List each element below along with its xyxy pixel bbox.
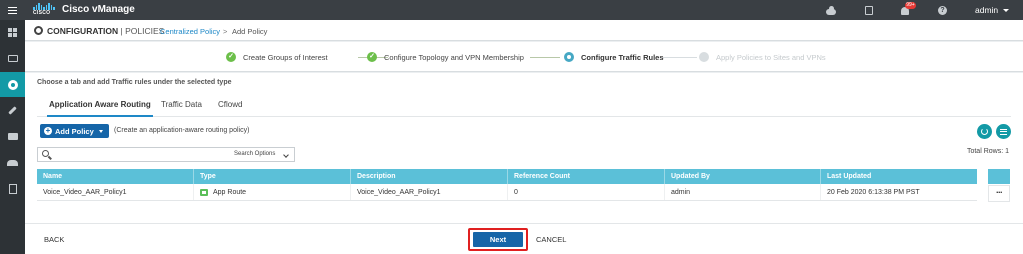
search-input[interactable] [54, 149, 229, 160]
search-bar: Search Options [37, 147, 295, 162]
table-row[interactable]: Voice_Video_AAR_Policy1 App Route Voice_… [37, 184, 977, 201]
gear-icon [34, 26, 43, 35]
chevron-down-icon[interactable] [283, 152, 289, 158]
tab-application-aware-routing[interactable]: Application Aware Routing [47, 100, 153, 117]
top-navigation-bar: CISCO Cisco vManage 99+ ? admin [0, 0, 1023, 20]
column-header-updated-by[interactable]: Updated By [665, 169, 821, 184]
add-policy-button[interactable]: + Add Policy [40, 124, 109, 138]
refresh-icon [981, 128, 988, 135]
step-connector [662, 57, 697, 58]
step-connector [530, 57, 560, 58]
step-apply-policies: Apply Policies to Sites and VPNs [699, 52, 826, 62]
page-title-sub: | POLICIES [120, 26, 165, 36]
users-icon [7, 159, 18, 166]
cisco-logo-word: CISCO [33, 10, 51, 16]
wrench-icon [8, 106, 17, 115]
app-title: Cisco vManage [62, 4, 135, 15]
step-label: Configure Traffic Rules [581, 52, 664, 62]
actions-column-header [988, 169, 1010, 184]
page-header: CONFIGURATION | POLICIES Centralized Pol… [25, 20, 1023, 41]
column-header-reference-count[interactable]: Reference Count [508, 169, 665, 184]
plus-icon: + [44, 126, 52, 135]
tab-bar: Application Aware Routing Traffic Data C… [37, 95, 1011, 117]
step-configure-topology: ✓ Configure Topology and VPN Membership [367, 52, 524, 62]
report-icon [8, 183, 17, 194]
cisco-logo-bars-icon [33, 3, 55, 10]
column-header-name[interactable]: Name [37, 169, 194, 184]
column-header-description[interactable]: Description [351, 169, 508, 184]
column-header-type[interactable]: Type [194, 169, 351, 184]
main-panel: Choose a tab and add Traffic rules under… [25, 73, 1023, 254]
check-icon: ✓ [367, 52, 377, 62]
step-configure-traffic-rules: Configure Traffic Rules [564, 52, 664, 62]
cell-last-updated: 20 Feb 2020 6:13:38 PM PST [827, 188, 920, 196]
policy-table: Name Type Description Reference Count Up… [37, 169, 977, 201]
wizard-stepper: ✓ Create Groups of Interest ✓ Configure … [25, 42, 1023, 72]
cloud-icon [825, 6, 836, 15]
table-header-row: Name Type Description Reference Count Up… [37, 169, 977, 184]
sidebar-item-administration[interactable] [0, 150, 25, 175]
dashboard-icon [8, 28, 17, 37]
check-icon: ✓ [226, 52, 236, 62]
search-icon [42, 150, 49, 157]
total-rows-count: Total Rows: 1 [966, 148, 1009, 155]
cisco-logo: CISCO [33, 3, 55, 17]
tasks-button[interactable] [863, 5, 874, 16]
cell-description: Voice_Video_AAR_Policy1 [351, 184, 508, 200]
monitor-icon [7, 55, 18, 62]
sidebar-item-dashboard[interactable] [0, 20, 25, 45]
breadcrumb-current: Add Policy [232, 27, 268, 36]
cell-type-label: App Route [213, 188, 247, 196]
app-route-icon [200, 188, 208, 196]
step-label: Apply Policies to Sites and VPNs [716, 52, 826, 62]
sidebar-item-analytics[interactable] [0, 176, 25, 201]
sidebar-item-tools[interactable] [0, 98, 25, 123]
chevron-down-icon[interactable] [1003, 9, 1009, 12]
briefcase-icon [7, 133, 18, 140]
gear-icon [7, 79, 18, 90]
breadcrumb-link-centralized-policy[interactable]: Centralized Policy [160, 27, 220, 36]
help-icon: ? [938, 6, 947, 15]
column-header-last-updated[interactable]: Last Updated [821, 169, 977, 184]
help-button[interactable]: ? [937, 5, 948, 16]
step-label: Configure Topology and VPN Membership [384, 52, 524, 62]
list-icon [1000, 128, 1007, 135]
cloud-button[interactable] [825, 5, 836, 16]
breadcrumb-separator: > [223, 27, 228, 36]
cell-type: App Route [194, 184, 351, 200]
user-menu[interactable]: admin [975, 5, 998, 15]
task-icon [864, 6, 873, 15]
sidebar [0, 20, 25, 254]
column-settings-button[interactable] [996, 124, 1011, 139]
cell-reference-count: 0 [508, 184, 665, 200]
add-policy-hint: (Create an application-aware routing pol… [114, 127, 250, 134]
chevron-down-icon [99, 130, 103, 133]
row-actions-menu-button[interactable]: ... [988, 185, 1010, 202]
tab-cflowd[interactable]: Cflowd [218, 100, 242, 117]
menu-toggle-button[interactable] [0, 0, 25, 20]
sidebar-item-monitor[interactable] [0, 46, 25, 71]
next-button[interactable]: Next [473, 232, 523, 247]
menu-icon [8, 6, 17, 14]
page-title-main: CONFIGURATION [47, 26, 119, 36]
page-title: CONFIGURATION | POLICIES [47, 26, 164, 36]
back-button[interactable]: BACK [44, 235, 64, 244]
instruction-text: Choose a tab and add Traffic rules under… [37, 79, 232, 86]
current-step-icon [564, 52, 574, 62]
sidebar-item-maintenance[interactable] [0, 124, 25, 149]
pending-step-icon [699, 52, 709, 62]
tab-traffic-data[interactable]: Traffic Data [161, 100, 202, 117]
cancel-button[interactable]: CANCEL [536, 235, 566, 244]
sidebar-item-configuration[interactable] [0, 72, 25, 97]
add-policy-label: Add Policy [55, 126, 94, 136]
cell-updated-by: admin [665, 184, 821, 200]
step-label: Create Groups of Interest [243, 52, 328, 62]
refresh-button[interactable] [977, 124, 992, 139]
cell-name: Voice_Video_AAR_Policy1 [37, 184, 194, 200]
step-create-groups: ✓ Create Groups of Interest [226, 52, 328, 62]
search-options-dropdown[interactable]: Search Options [234, 151, 275, 157]
alarm-count-badge: 99+ [905, 2, 916, 9]
wizard-footer: BACK Next CANCEL [25, 223, 1023, 254]
